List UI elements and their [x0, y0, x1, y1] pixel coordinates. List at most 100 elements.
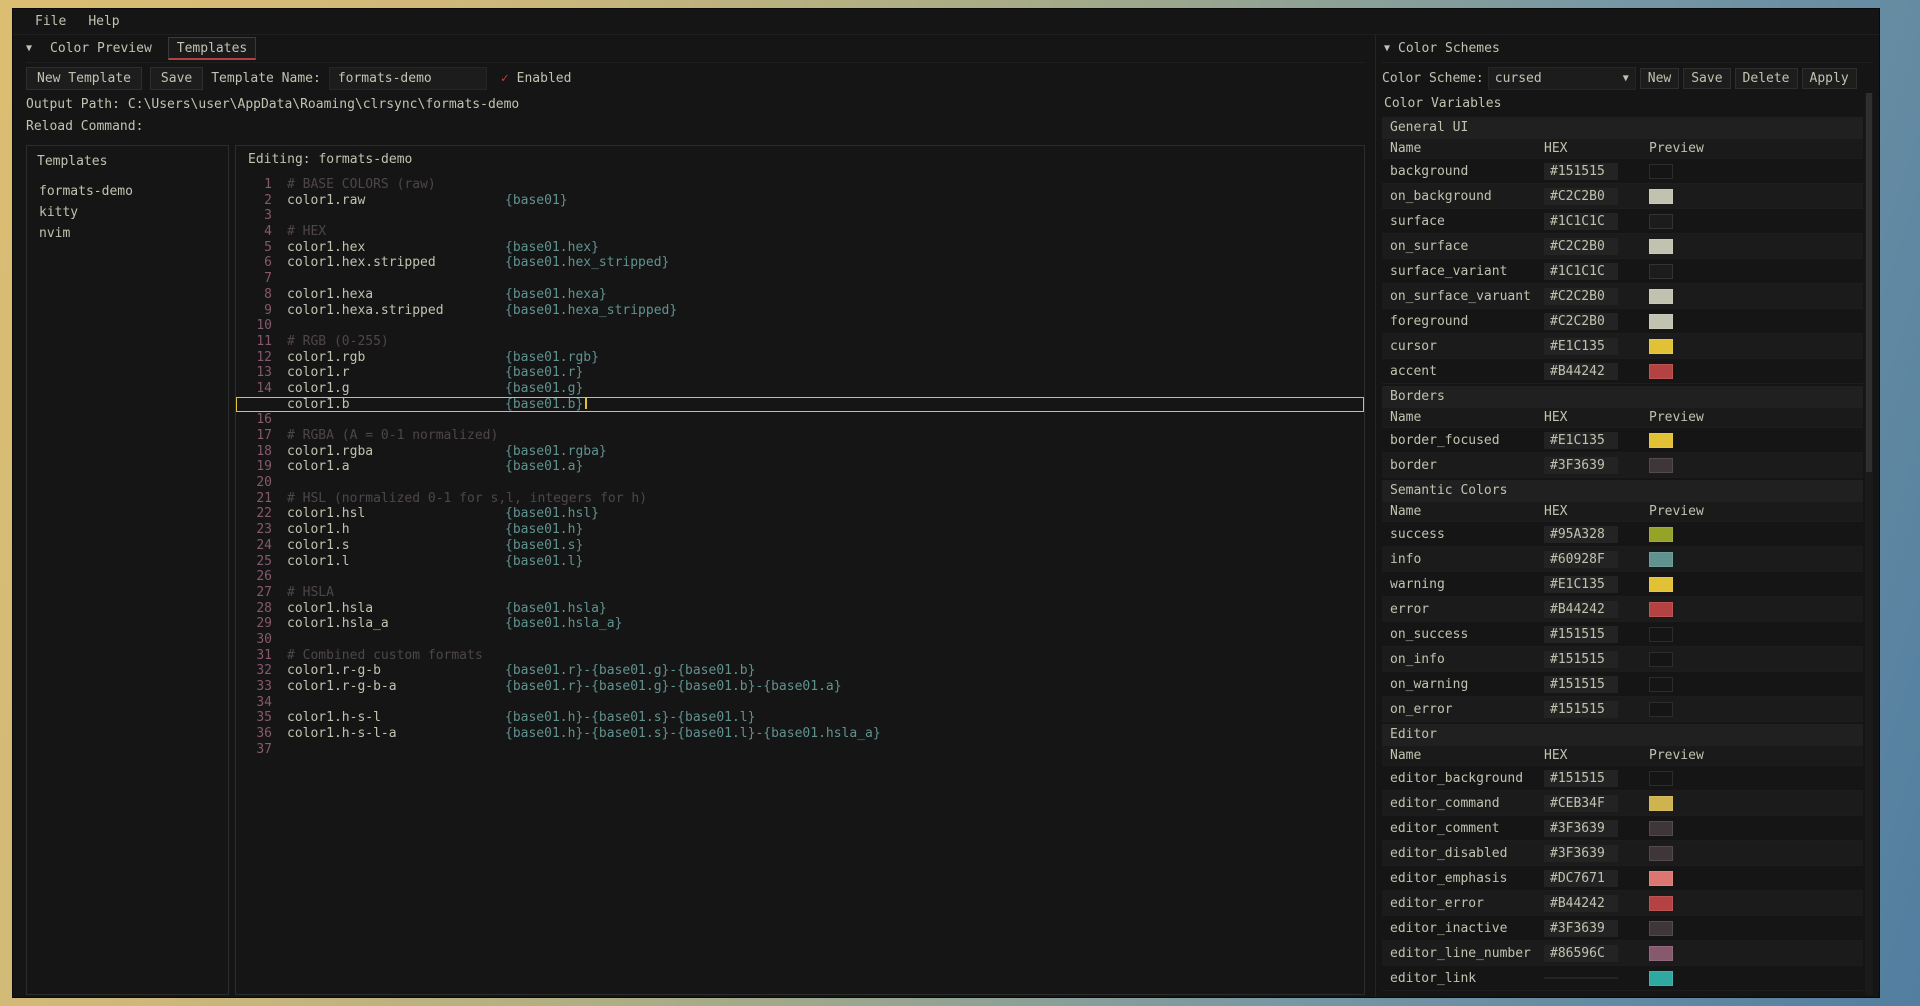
editor-line[interactable]: 29color1.hsla_a{base01.hsla_a} [236, 616, 1364, 632]
editor-line[interactable]: 16 [236, 412, 1364, 428]
template-list-item[interactable]: kitty [37, 202, 218, 223]
editor-line[interactable]: 1# BASE COLORS (raw) [236, 177, 1364, 193]
color-swatch[interactable] [1649, 821, 1673, 836]
color-section-header[interactable]: General UI [1382, 117, 1863, 139]
scheme-save-button[interactable]: Save [1683, 68, 1730, 89]
color-swatch[interactable] [1649, 264, 1673, 279]
hex-input[interactable]: #95A328 [1544, 526, 1618, 543]
color-swatch[interactable] [1649, 289, 1673, 304]
template-list-item[interactable]: nvim [37, 223, 218, 244]
editor-line[interactable]: 6color1.hex.stripped{base01.hex_stripped… [236, 255, 1364, 271]
scrollbar-thumb[interactable] [1866, 93, 1872, 472]
editor-line[interactable]: 13color1.r{base01.r} [236, 365, 1364, 381]
hex-input[interactable]: #C2C2B0 [1544, 288, 1618, 305]
editor-line[interactable]: 12color1.rgb{base01.rgb} [236, 350, 1364, 366]
color-swatch[interactable] [1649, 921, 1673, 936]
editor-line[interactable]: 35color1.h-s-l{base01.h}-{base01.s}-{bas… [236, 710, 1364, 726]
editor-line[interactable]: 27# HSLA [236, 585, 1364, 601]
color-swatch[interactable] [1649, 214, 1673, 229]
editor-line[interactable]: 24color1.s{base01.s} [236, 538, 1364, 554]
hex-input[interactable]: #60928F [1544, 551, 1618, 568]
editor-line[interactable]: 28color1.hsla{base01.hsla} [236, 601, 1364, 617]
color-scheme-select[interactable]: cursed ▼ [1488, 67, 1636, 90]
editor-line[interactable]: 20 [236, 475, 1364, 491]
color-swatch[interactable] [1649, 602, 1673, 617]
hex-input[interactable]: #C2C2B0 [1544, 238, 1618, 255]
color-swatch[interactable] [1649, 702, 1673, 717]
scheme-new-button[interactable]: New [1640, 68, 1679, 89]
editor-line[interactable]: 18color1.rgba{base01.rgba} [236, 444, 1364, 460]
scheme-delete-button[interactable]: Delete [1735, 68, 1798, 89]
color-swatch[interactable] [1649, 552, 1673, 567]
editor-line[interactable]: 25color1.l{base01.l} [236, 554, 1364, 570]
hex-input[interactable]: #151515 [1544, 701, 1618, 718]
color-swatch[interactable] [1649, 433, 1673, 448]
editor-line[interactable]: 14color1.g{base01.g} [236, 381, 1364, 397]
hex-input[interactable]: #C2C2B0 [1544, 188, 1618, 205]
color-swatch[interactable] [1649, 239, 1673, 254]
color-swatch[interactable] [1649, 871, 1673, 886]
color-swatch[interactable] [1649, 771, 1673, 786]
color-swatch[interactable] [1649, 314, 1673, 329]
editor-line[interactable]: 5color1.hex{base01.hex} [236, 240, 1364, 256]
template-name-input[interactable] [329, 67, 487, 90]
hex-input[interactable]: #B44242 [1544, 601, 1618, 618]
hex-input[interactable]: #B44242 [1544, 363, 1618, 380]
editor-line[interactable]: 30 [236, 632, 1364, 648]
hex-input[interactable]: #151515 [1544, 163, 1618, 180]
hex-input[interactable]: #1C1C1C [1544, 213, 1618, 230]
color-section-header[interactable]: Borders [1382, 386, 1863, 408]
hex-input[interactable]: #3F3639 [1544, 820, 1618, 837]
color-swatch[interactable] [1649, 189, 1673, 204]
menu-file[interactable]: File [27, 12, 74, 31]
editor-line[interactable]: 37 [236, 742, 1364, 758]
new-template-button[interactable]: New Template [26, 67, 142, 90]
editor-line[interactable]: 31# Combined custom formats [236, 648, 1364, 664]
hex-input[interactable]: #151515 [1544, 770, 1618, 787]
color-section-header[interactable]: Editor [1382, 724, 1863, 746]
color-swatch[interactable] [1649, 364, 1673, 379]
color-swatch[interactable] [1649, 896, 1673, 911]
hex-input[interactable]: #3F3639 [1544, 457, 1618, 474]
editor-line[interactable]: 3 [236, 208, 1364, 224]
tab-templates[interactable]: Templates [168, 37, 256, 60]
editor-line[interactable]: 32color1.r-g-b{base01.r}-{base01.g}-{bas… [236, 663, 1364, 679]
scheme-apply-button[interactable]: Apply [1802, 68, 1857, 89]
hex-input[interactable]: #151515 [1544, 626, 1618, 643]
color-swatch[interactable] [1649, 577, 1673, 592]
color-swatch[interactable] [1649, 164, 1673, 179]
editor-line[interactable]: 4# HEX [236, 224, 1364, 240]
color-swatch[interactable] [1649, 846, 1673, 861]
editor-active-line[interactable]: color1.b{base01.b} [236, 397, 1364, 413]
hex-input[interactable]: #B44242 [1544, 895, 1618, 912]
editor-line[interactable]: 34 [236, 695, 1364, 711]
editor-line[interactable]: 7 [236, 271, 1364, 287]
editor-line[interactable]: 10 [236, 318, 1364, 334]
hex-input[interactable]: #3F3639 [1544, 920, 1618, 937]
color-swatch[interactable] [1649, 652, 1673, 667]
editor-line[interactable]: 9color1.hexa.stripped{base01.hexa_stripp… [236, 303, 1364, 319]
editor-line[interactable]: 33color1.r-g-b-a{base01.r}-{base01.g}-{b… [236, 679, 1364, 695]
editor-line[interactable]: 23color1.h{base01.h} [236, 522, 1364, 538]
hex-input[interactable]: #151515 [1544, 651, 1618, 668]
collapse-icon[interactable]: ▼ [1384, 43, 1390, 54]
editor-code[interactable]: 1# BASE COLORS (raw)2color1.raw{base01}3… [236, 175, 1364, 994]
scrollbar[interactable] [1865, 93, 1873, 995]
color-swatch[interactable] [1649, 946, 1673, 961]
editor-line[interactable]: 26 [236, 569, 1364, 585]
hex-input[interactable]: #E1C135 [1544, 576, 1618, 593]
collapse-icon[interactable]: ▼ [26, 43, 32, 54]
output-path-value[interactable]: C:\Users\user\AppData\Roaming\clrsync\fo… [128, 97, 519, 112]
hex-input[interactable]: #DC7671 [1544, 870, 1618, 887]
hex-input[interactable] [1544, 977, 1618, 979]
template-list-item[interactable]: formats-demo [37, 181, 218, 202]
hex-input[interactable]: #86596C [1544, 945, 1618, 962]
editor-line[interactable]: 36color1.h-s-l-a{base01.h}-{base01.s}-{b… [236, 726, 1364, 742]
color-swatch[interactable] [1649, 796, 1673, 811]
editor-line[interactable]: 22color1.hsl{base01.hsl} [236, 506, 1364, 522]
enabled-checkmark-icon[interactable]: ✓ [501, 71, 509, 86]
editor-line[interactable]: 17# RGBA (A = 0-1 normalized) [236, 428, 1364, 444]
hex-input[interactable]: #151515 [1544, 676, 1618, 693]
editor-line[interactable]: 19color1.a{base01.a} [236, 459, 1364, 475]
hex-input[interactable]: #E1C135 [1544, 432, 1618, 449]
